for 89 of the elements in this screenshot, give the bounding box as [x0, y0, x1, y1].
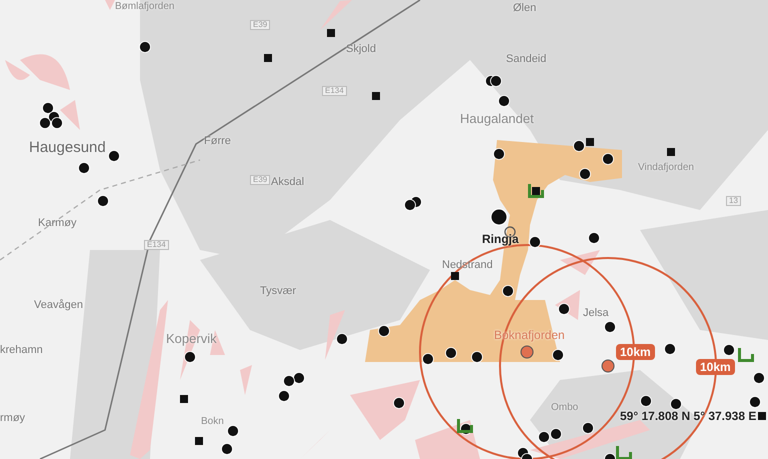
shaded-zone	[325, 310, 345, 360]
square-marker-icon[interactable]	[372, 92, 380, 100]
place-label: Sandeid	[506, 54, 546, 65]
location-dot-icon[interactable]	[78, 162, 90, 174]
location-dot-icon[interactable]	[498, 95, 510, 107]
center-point-icon[interactable]	[602, 360, 614, 372]
location-dot-icon[interactable]	[471, 351, 483, 363]
road-shield-label: E134	[144, 240, 169, 250]
shaded-zone	[320, 0, 352, 30]
location-dot-icon[interactable]	[39, 117, 51, 129]
location-dot-icon[interactable]	[493, 148, 505, 160]
location-dot-icon[interactable]	[184, 351, 196, 363]
location-dot-icon[interactable]	[293, 372, 305, 384]
place-label: Ringja	[482, 233, 519, 245]
bracket-marker-icon[interactable]	[457, 419, 473, 433]
place-label: Jelsa	[583, 308, 609, 319]
location-dot-icon[interactable]	[490, 208, 508, 226]
square-marker-icon[interactable]	[586, 138, 594, 146]
place-label: Vindafjorden	[638, 163, 694, 173]
place-label: Aksdal	[271, 177, 304, 188]
distance-label: 10km	[616, 344, 655, 360]
location-dot-icon[interactable]	[670, 398, 682, 410]
location-dot-icon[interactable]	[283, 375, 295, 387]
place-label: Ombo	[551, 403, 578, 413]
location-dot-icon[interactable]	[51, 117, 63, 129]
road-shield-label: E39	[250, 175, 270, 185]
location-dot-icon[interactable]	[753, 372, 765, 384]
location-dot-icon[interactable]	[490, 75, 502, 87]
place-label: krehamn	[0, 345, 43, 356]
location-dot-icon[interactable]	[604, 321, 616, 333]
place-label: Bokn	[201, 417, 224, 427]
location-dot-icon[interactable]	[573, 140, 585, 152]
square-marker-icon[interactable]	[532, 187, 540, 195]
location-dot-icon[interactable]	[588, 232, 600, 244]
location-dot-icon[interactable]	[378, 325, 390, 337]
square-marker-icon[interactable]	[180, 395, 188, 403]
square-marker-icon[interactable]	[451, 272, 459, 280]
location-dot-icon[interactable]	[422, 353, 434, 365]
square-marker-icon[interactable]	[264, 54, 272, 62]
place-label: Skjold	[346, 44, 376, 55]
location-dot-icon[interactable]	[445, 347, 457, 359]
location-dot-icon[interactable]	[749, 396, 761, 408]
square-marker-icon[interactable]	[195, 437, 203, 445]
location-dot-icon[interactable]	[404, 199, 416, 211]
location-dot-icon[interactable]	[723, 344, 735, 356]
place-label: Haugalandet	[460, 112, 534, 125]
location-dot-icon[interactable]	[97, 195, 109, 207]
location-dot-icon[interactable]	[640, 395, 652, 407]
location-dot-icon[interactable]	[108, 150, 120, 162]
location-dot-icon[interactable]	[558, 303, 570, 315]
place-label: Haugesund	[29, 140, 106, 155]
location-dot-icon[interactable]	[221, 443, 233, 455]
distance-label: 10km	[696, 359, 735, 375]
place-label: Karmøy	[38, 218, 76, 229]
location-dot-icon[interactable]	[502, 285, 514, 297]
location-dot-icon[interactable]	[550, 428, 562, 440]
place-label: Bømlafjorden	[115, 2, 174, 12]
place-label: Førre	[204, 136, 231, 147]
place-label: Veavågen	[34, 300, 83, 311]
location-dot-icon[interactable]	[278, 390, 290, 402]
shaded-zone	[105, 0, 115, 10]
road-shield-label: E134	[322, 86, 347, 96]
shaded-zone	[560, 250, 600, 275]
location-dot-icon[interactable]	[664, 343, 676, 355]
location-dot-icon[interactable]	[42, 102, 54, 114]
location-dot-icon[interactable]	[393, 397, 405, 409]
location-dot-icon[interactable]	[227, 425, 239, 437]
road-shield-label: 13	[726, 196, 741, 206]
location-dot-icon[interactable]	[579, 168, 591, 180]
location-dot-icon[interactable]	[529, 236, 541, 248]
location-dot-icon[interactable]	[538, 431, 550, 443]
shaded-zone	[60, 100, 80, 130]
location-dot-icon[interactable]	[552, 349, 564, 361]
place-label: Kopervik	[166, 332, 217, 345]
location-dot-icon[interactable]	[336, 333, 348, 345]
shaded-zone	[240, 365, 252, 395]
bracket-marker-icon[interactable]	[528, 184, 544, 198]
square-marker-icon[interactable]	[327, 29, 335, 37]
location-dot-icon[interactable]	[582, 422, 594, 434]
place-label: Ølen	[513, 3, 536, 14]
place-label: rmøy	[0, 413, 26, 424]
bracket-marker-icon[interactable]	[616, 446, 632, 459]
square-marker-icon[interactable]	[758, 412, 766, 420]
place-label: Tysvær	[260, 286, 296, 297]
road-shield-label: E39	[250, 20, 270, 30]
location-dot-icon[interactable]	[602, 153, 614, 165]
location-dot-icon[interactable]	[139, 41, 151, 53]
bracket-marker-icon[interactable]	[738, 348, 754, 362]
square-marker-icon[interactable]	[667, 148, 675, 156]
